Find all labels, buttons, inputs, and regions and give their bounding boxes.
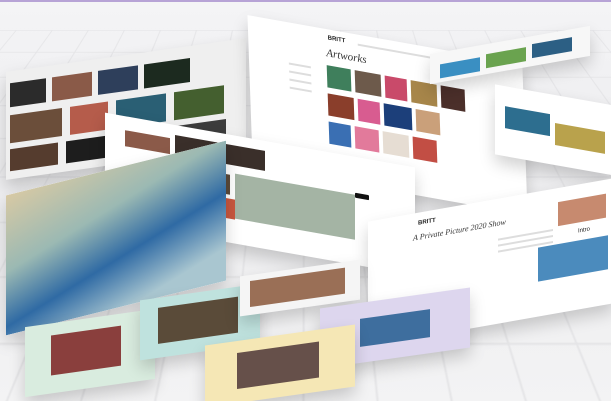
artwork-7 [357,98,381,125]
top-right-strip-1 [440,57,480,79]
portrait-image [235,173,355,240]
right-middle-image-1 [505,106,550,137]
artwork-11 [354,126,380,153]
tile-1 [10,78,46,108]
spread-1-image [51,325,121,376]
tile-9 [10,142,58,172]
mockup-scene: BRITT Artworks BRITT A Private Picture 2… [0,0,611,401]
tile-8 [174,85,224,121]
tile-5 [10,107,62,144]
top-accent-line [0,0,611,2]
artwork-13 [412,136,438,163]
gallery-brand: BRITT [327,35,346,45]
article-brand: BRITT [418,217,436,227]
tile-3 [98,65,138,95]
artwork-5 [440,85,466,112]
article-side-text: Intro [578,226,591,235]
portrait-strip-1 [125,130,170,155]
tile-2 [52,71,92,102]
gallery-sidebar-rule-3 [289,78,312,85]
artwork-8 [383,103,413,131]
artwork-1 [326,65,352,92]
gallery-sidebar-rule-1 [288,62,311,69]
top-right-strip-2 [486,47,526,69]
artwork-10 [328,121,352,148]
artwork-4 [410,80,438,107]
top-right-strip-3 [532,37,572,59]
artwork-9 [415,108,441,136]
artwork-12 [382,131,410,158]
spread-5-image [237,341,319,390]
artwork-6 [327,93,355,121]
tile-4 [144,58,190,89]
spread-3-image [250,267,345,308]
portrait-button [355,192,369,201]
tile-6 [70,101,108,135]
gallery-sidebar-rule-4 [289,86,312,93]
right-middle-image-2 [555,123,605,154]
artwork-2 [354,70,382,97]
gallery-nav-line [357,43,438,60]
spread-4-image [360,309,430,347]
gallery-heading: Artworks [326,47,367,67]
article-image-1 [558,193,606,227]
spread-2-image [158,296,238,344]
gallery-sidebar-rule-2 [289,70,312,77]
artwork-3 [384,75,408,102]
